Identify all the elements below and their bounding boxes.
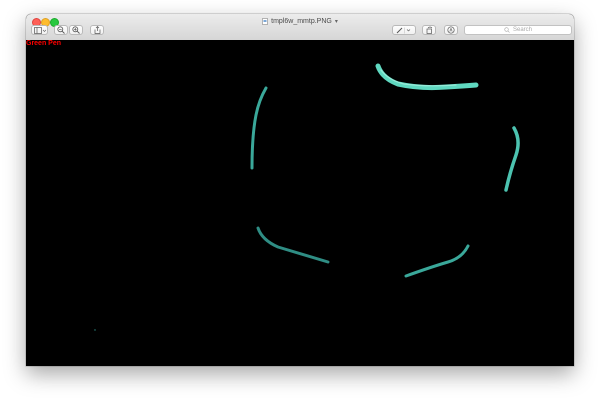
pen-dot bbox=[94, 329, 96, 331]
document-icon bbox=[262, 17, 268, 25]
pen-stroke-bottom-right bbox=[404, 244, 470, 278]
markup-icon bbox=[447, 26, 455, 34]
title-bar[interactable]: tmpl6w_mmtp.PNG ▾ Search bbox=[26, 14, 574, 41]
markup-toolbar-button[interactable] bbox=[444, 25, 458, 35]
search-placeholder: Search bbox=[512, 27, 532, 33]
rotate-button[interactable] bbox=[422, 25, 436, 35]
share-button[interactable] bbox=[90, 25, 104, 35]
zoom-out-button[interactable] bbox=[54, 25, 68, 35]
pen-stroke-bottom-left bbox=[256, 226, 330, 264]
markup-pen-button[interactable] bbox=[392, 25, 416, 35]
preview-window: tmpl6w_mmtp.PNG ▾ Search Green Pen bbox=[26, 14, 574, 366]
zoom-in-icon bbox=[72, 26, 80, 34]
pen-stroke-top bbox=[375, 63, 479, 91]
drawing-layer bbox=[94, 63, 520, 331]
search-field[interactable]: Search bbox=[464, 25, 572, 35]
sidebar-icon bbox=[33, 26, 46, 34]
zoom-in-button[interactable] bbox=[69, 25, 83, 35]
image-canvas[interactable]: Green Pen bbox=[26, 40, 574, 366]
rotate-icon bbox=[426, 26, 432, 34]
pen-icon bbox=[396, 27, 411, 33]
title-chevron-down-icon[interactable]: ▾ bbox=[335, 18, 338, 25]
window-title: tmpl6w_mmtp.PNG bbox=[271, 17, 332, 25]
search-icon bbox=[504, 27, 510, 33]
pen-stroke-right bbox=[504, 126, 520, 192]
zoom-out-icon bbox=[57, 26, 65, 34]
pen-stroke-left bbox=[250, 86, 268, 170]
sidebar-toggle-button[interactable] bbox=[31, 25, 48, 35]
share-icon bbox=[94, 26, 100, 34]
